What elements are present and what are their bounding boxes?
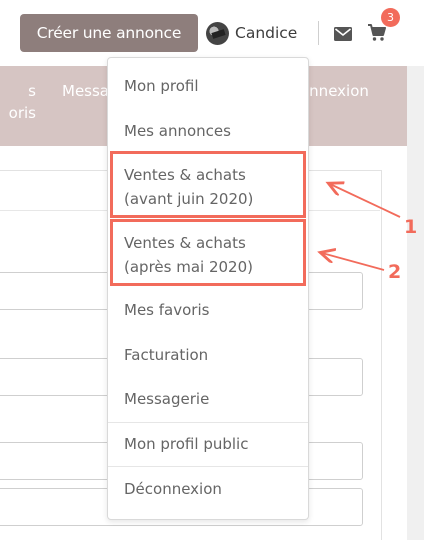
menu-item-facturation[interactable]: Facturation xyxy=(124,343,208,367)
menu-item-label-line1: Ventes & achats xyxy=(124,234,246,252)
user-name: Candice xyxy=(235,24,298,42)
cart-count-badge: 3 xyxy=(381,8,400,27)
nav-item-connexion[interactable]: onnexion xyxy=(300,80,369,102)
menu-item-deconnexion[interactable]: Déconnexion xyxy=(124,477,222,501)
nav-item-messagerie[interactable]: Messa xyxy=(62,80,109,102)
menu-item-mes-annonces[interactable]: Mes annonces xyxy=(124,119,231,143)
user-menu-toggle[interactable]: Candice xyxy=(206,21,297,45)
create-listing-button[interactable]: Créer une annonce xyxy=(20,14,198,52)
menu-item-label-line1: Ventes & achats xyxy=(124,166,246,184)
avatar xyxy=(206,21,229,45)
nav-item-favoris[interactable]: s oris xyxy=(0,80,36,124)
menu-item-label-line2: (après mai 2020) xyxy=(124,258,253,276)
annotation-number-1: 1 xyxy=(404,216,418,238)
menu-item-ventes-achats-avant-juin-2020[interactable]: Ventes & achats (avant juin 2020) xyxy=(124,163,253,211)
header-separator xyxy=(318,21,319,45)
menu-item-mon-profil[interactable]: Mon profil xyxy=(124,74,199,98)
nav-item-favoris-line2: oris xyxy=(8,104,36,122)
cart-icon[interactable] xyxy=(368,24,386,42)
nav-item-favoris-line1: s xyxy=(28,82,36,100)
menu-item-mes-favoris[interactable]: Mes favoris xyxy=(124,298,209,322)
menu-divider xyxy=(108,466,308,467)
menu-item-mon-profil-public[interactable]: Mon profil public xyxy=(124,432,248,456)
menu-divider xyxy=(108,422,308,423)
user-dropdown-menu: Mon profil Mes annonces Ventes & achats … xyxy=(107,57,309,520)
menu-item-messagerie[interactable]: Messagerie xyxy=(124,387,209,411)
menu-item-ventes-achats-apres-mai-2020[interactable]: Ventes & achats (après mai 2020) xyxy=(124,231,253,279)
annotation-number-2: 2 xyxy=(388,261,402,283)
mail-icon[interactable] xyxy=(334,27,352,41)
menu-item-label-line2: (avant juin 2020) xyxy=(124,190,254,208)
page-side-margin xyxy=(407,66,424,540)
